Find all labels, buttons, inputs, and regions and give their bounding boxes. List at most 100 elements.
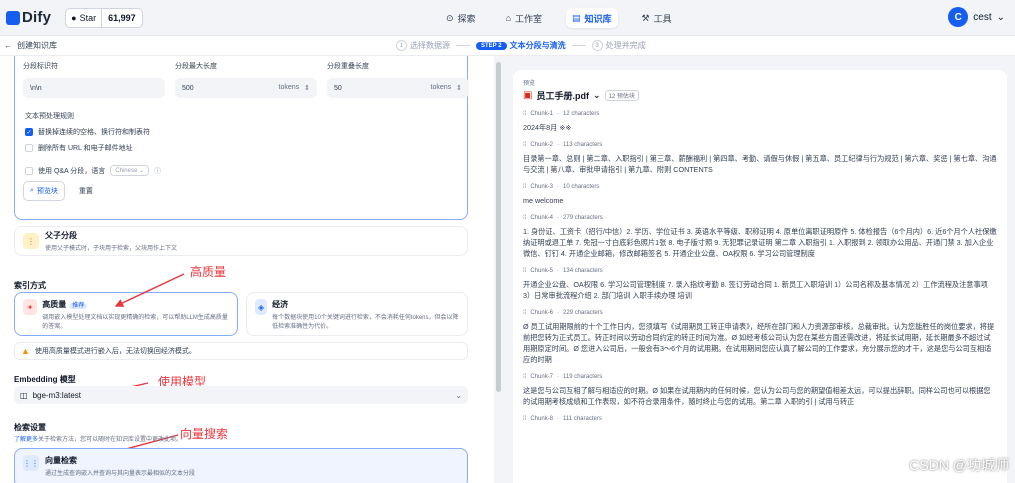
chunk-separator: ·	[557, 310, 560, 316]
qa-option[interactable]: 使用 Q&A 分段，语言 Chinese ⌄ ⓘ	[25, 165, 161, 176]
chevron-down-icon: ⌄	[455, 390, 462, 400]
vector-title: 向量检索	[45, 456, 77, 465]
chunk-separator: ·	[557, 416, 560, 422]
high-quality-title: 高质量 推荐	[42, 299, 229, 310]
learn-more-link[interactable]: 了解更多	[14, 437, 38, 443]
chunk-icon: ⁞⁞	[523, 310, 527, 316]
reset-button[interactable]: 重置	[79, 186, 93, 196]
chunk-item: ⁞⁞ Chunk-2 · 113 characters 目录第一章、总则 | 第二章、入…	[523, 142, 997, 175]
checkbox-unchecked[interactable]	[25, 144, 33, 152]
chunk-header: ⁞⁞ Chunk-5 · 134 characters	[523, 268, 997, 274]
stepper-icon[interactable]: ⇕	[456, 84, 462, 92]
studio-icon: ⌂	[505, 13, 511, 23]
segment-fields: 分段标识符 \n\n 分段最大长度 500 tokens ⇕ 分段重叠长度 50 to…	[23, 61, 469, 98]
logo-text: Dify	[22, 9, 52, 26]
step-1-num: 1	[396, 40, 407, 51]
high-quality-desc: 调用嵌入模型处理文档以实现更精确的检索，可以帮助LLM生成高质量的答案。	[42, 315, 228, 330]
chunk-text: 2024年8月 ※※	[523, 123, 572, 132]
chunk-icon: ⁞⁞	[523, 374, 527, 380]
index-section-title: 索引方式	[14, 281, 46, 290]
dify-logo[interactable]: Dify	[6, 9, 51, 26]
recommended-badge: 推荐	[69, 303, 88, 309]
parent-child-desc: 使用父子模式时，子块用于检索，父块用作上下文	[45, 246, 178, 252]
preview-chunks-button[interactable]: ⌕ 预览块	[23, 181, 65, 201]
chunk-text: Ø 员工试用期限前的十个工作日内，您须填写《试用期员工转正申请表》，经所在部门和…	[523, 322, 995, 364]
chunk-chars: 111 characters	[563, 416, 602, 422]
delimiter-label: 分段标识符	[23, 63, 58, 70]
index-economy-option[interactable]: ◈ 经济 每个数据块使用10个关键词进行检索，不会消耗任何tokens，但会以降…	[246, 292, 468, 336]
chunk-header: ⁞⁞ Chunk-4 · 279 characters	[523, 215, 997, 221]
github-star-label: Star	[79, 12, 97, 23]
chunk-separator: ·	[557, 374, 560, 380]
stepper-icon[interactable]: ⇕	[304, 84, 310, 92]
annotation-high-quality: 高质量	[190, 265, 227, 279]
chunk-icon: ⁞⁞	[523, 268, 527, 274]
rule-urls[interactable]: 删除所有 URL 和电子邮件地址	[25, 143, 133, 153]
github-star-button[interactable]: ● Star 61,997	[65, 7, 143, 28]
chunk-chars: 10 characters	[563, 184, 600, 190]
chunk-list: ⁞⁞ Chunk-1 · 12 characters 2024年8月 ※※ ⁞⁞ Chunk…	[523, 111, 997, 422]
parent-child-card[interactable]: ⋮ 父子分段 使用父子模式时，子块用于检索，父块用作上下文	[14, 226, 468, 256]
index-high-quality-option[interactable]: ✦ 高质量 推荐 调用嵌入模型处理文档以实现更精确的检索，可以帮助LLM生成高质量…	[14, 292, 238, 336]
chunk-name: Chunk-2	[530, 142, 554, 148]
rule-urls-label: 删除所有 URL 和电子邮件地址	[38, 145, 133, 152]
preview-chunks-label: 预览块	[36, 188, 58, 195]
file-selector[interactable]: ▣ 员工手册.pdf ⌄ 12 预估块	[523, 89, 997, 102]
back-button[interactable]: ← 创建知识库	[4, 40, 57, 51]
nav-studio[interactable]: ⌂ 工作室	[500, 8, 548, 28]
tools-icon: ⚒	[641, 12, 650, 23]
pdf-file-icon: ▣	[523, 90, 533, 101]
rule-whitespace[interactable]: ✓ 替换掉连续的空格、换行符和制表符	[25, 127, 150, 137]
info-icon: ⓘ	[154, 167, 162, 175]
chevron-down-icon: ⌄	[592, 90, 601, 100]
chunk-header: ⁞⁞ Chunk-8 · 111 characters	[523, 416, 997, 422]
warning-icon: ▲	[21, 346, 30, 356]
user-menu[interactable]: C cest ⌄	[948, 7, 1005, 27]
chunk-name: Chunk-1	[530, 111, 554, 117]
scrollbar-thumb[interactable]	[496, 62, 501, 392]
chunk-chars: 229 characters	[563, 310, 603, 316]
coin-icon: ◈	[255, 299, 268, 315]
step-3-label: 处理并完成	[605, 41, 646, 50]
chunk-item: ⁞⁞ Chunk-4 · 279 characters 1. 身份证、工资卡（招行/中信…	[523, 215, 997, 259]
checkbox-checked[interactable]: ✓	[25, 128, 33, 136]
delimiter-input[interactable]: \n\n	[23, 78, 165, 98]
checkbox-unchecked[interactable]	[25, 166, 33, 175]
nav-explore[interactable]: ⊙ 探索	[440, 8, 482, 28]
chunk-separator: ·	[557, 184, 560, 190]
nav-tools-label: 工具	[653, 13, 672, 24]
chunk-icon: ⁞⁞	[523, 215, 527, 221]
overlap-input[interactable]: 50 tokens ⇕	[327, 78, 469, 98]
max-length-input[interactable]: 500 tokens ⇕	[175, 78, 317, 98]
economy-desc: 每个数据块使用10个关键词进行检索，不会消耗任何tokens，但会以降低检索准确…	[272, 315, 459, 330]
parent-child-title: 父子分段	[45, 231, 77, 240]
qa-label: 使用 Q&A 分段，语言	[38, 167, 106, 175]
chunk-text: 开通企业公盘、OA权限 6. 学习公司管理制度 7. 录入指纹考勤 8. 签订劳…	[523, 280, 988, 300]
back-label: 创建知识库	[17, 41, 57, 50]
step-1-label: 选择数据源	[410, 41, 450, 50]
main-nav: ⊙ 探索 ⌂ 工作室 ▤ 知识库 ⚒ 工具	[440, 8, 678, 28]
settings-panel: 分段标识符 \n\n 分段最大长度 500 tokens ⇕ 分段重叠长度 50 to…	[0, 56, 494, 483]
chunk-item: ⁞⁞ Chunk-7 · 119 characters 这是您与公司互相了解与相适应的时…	[523, 374, 997, 407]
rule-whitespace-label: 替换掉连续的空格、换行符和制表符	[38, 129, 150, 136]
step-2-label: 文本分段与清洗	[509, 41, 566, 50]
nav-tools[interactable]: ⚒ 工具	[636, 8, 678, 28]
book-icon: ▤	[572, 12, 581, 23]
left-scrollbar[interactable]	[494, 56, 503, 483]
vector-search-option[interactable]: ⋮⋮ 向量检索 通过生成查询嵌入并查询与其向量表示最相似的文本分段	[14, 448, 468, 483]
rules-title: 文本预处理规则	[25, 113, 74, 120]
preview-label: 预览	[523, 81, 536, 87]
chunk-chars: 12 characters	[563, 111, 600, 117]
high-quality-label: 高质量	[42, 300, 67, 309]
segment-actions: ⌕ 预览块 重置	[23, 181, 93, 201]
step-divider	[571, 45, 586, 46]
chunk-separator: ·	[557, 215, 560, 221]
step-1[interactable]: 1 选择数据源	[396, 40, 450, 51]
chunk-header: ⁞⁞ Chunk-3 · 10 characters	[523, 184, 997, 190]
chunk-item: ⁞⁞ Chunk-3 · 10 characters me welcome	[523, 184, 997, 206]
language-select[interactable]: Chinese ⌄	[110, 165, 150, 176]
nav-knowledge[interactable]: ▤ 知识库	[566, 8, 618, 28]
chunk-separator: ·	[557, 142, 560, 148]
chunk-icon: ⁞⁞	[523, 416, 527, 422]
embedding-model-select[interactable]: ◫ bge-m3:latest ⌄	[14, 386, 468, 404]
